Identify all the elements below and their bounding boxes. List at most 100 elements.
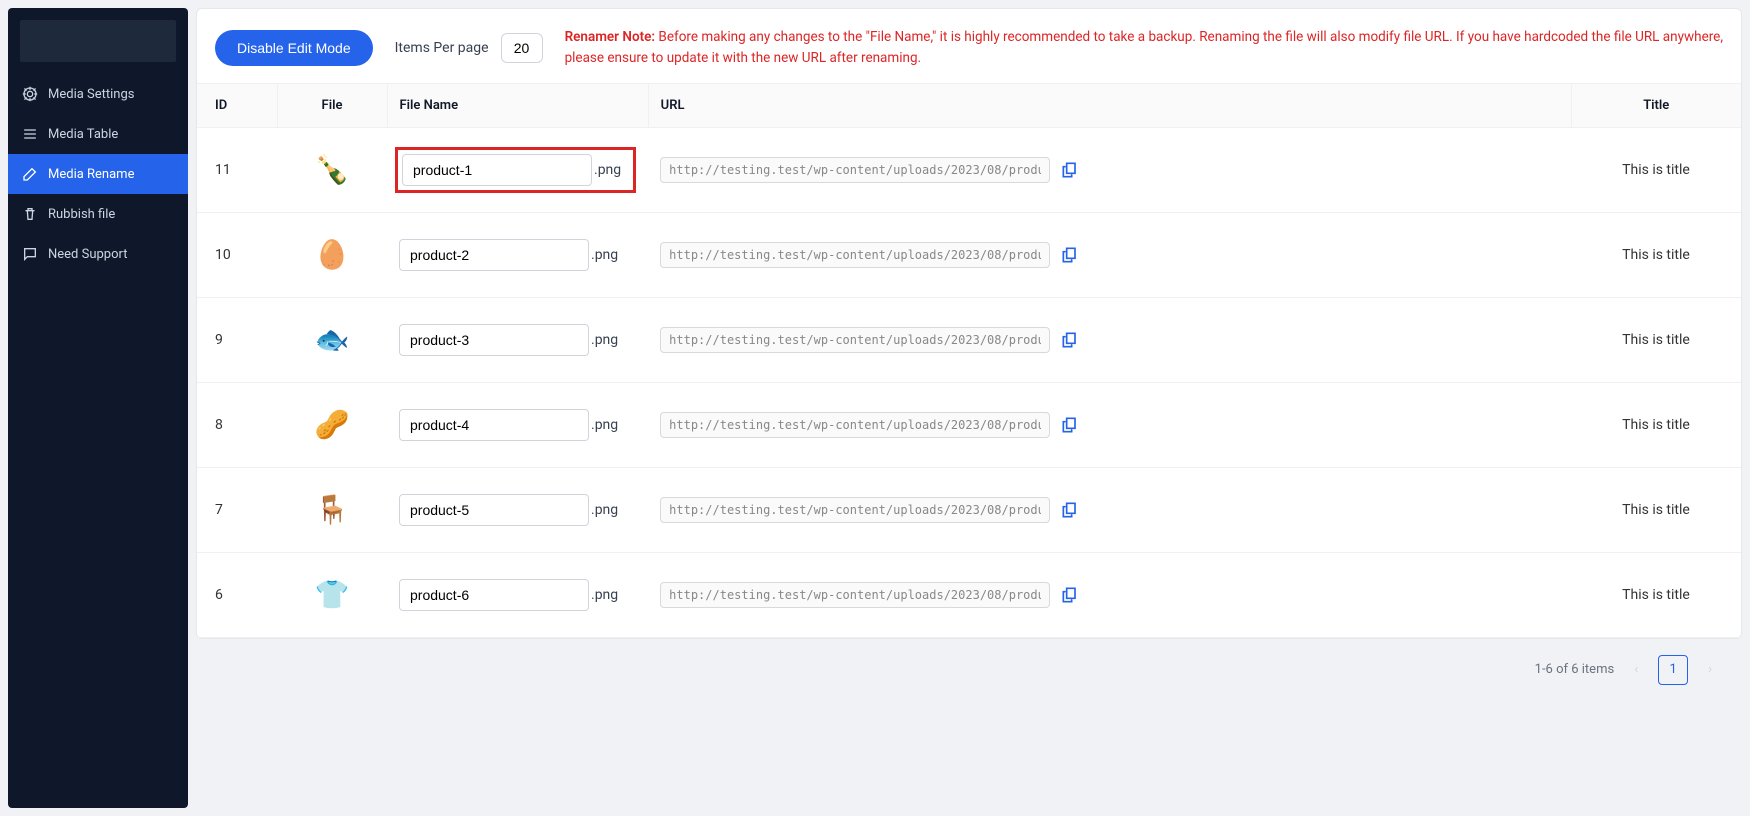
url-input[interactable] xyxy=(660,242,1050,268)
file-ext: .png xyxy=(591,417,618,433)
table-row: 8 🥜 .png This is title xyxy=(197,382,1741,467)
renamer-note: Renamer Note: Before making any changes … xyxy=(565,27,1723,69)
url-input[interactable] xyxy=(660,497,1050,523)
col-url: URL xyxy=(648,83,1571,127)
copy-url-button[interactable] xyxy=(1060,160,1080,180)
list-icon xyxy=(22,126,38,142)
items-per-page-input[interactable] xyxy=(501,33,543,63)
cell-url xyxy=(648,297,1571,382)
items-per-page: Items Per page xyxy=(395,33,543,63)
file-ext: .png xyxy=(594,162,621,178)
file-thumb: 🥜 xyxy=(308,401,356,449)
content-card: Disable Edit Mode Items Per page Renamer… xyxy=(196,8,1742,639)
cell-title: This is title xyxy=(1571,297,1741,382)
cell-file: 🐟 xyxy=(277,297,387,382)
filename-input[interactable] xyxy=(402,154,592,186)
file-thumb: 👕 xyxy=(308,571,356,619)
cell-id: 7 xyxy=(197,467,277,552)
cell-id: 9 xyxy=(197,297,277,382)
filename-input[interactable] xyxy=(399,579,589,611)
cell-file: 🥜 xyxy=(277,382,387,467)
sidebar-item-label: Need Support xyxy=(48,247,128,262)
sidebar-item-label: Media Rename xyxy=(48,167,134,182)
filename-input[interactable] xyxy=(399,409,589,441)
pagination-summary: 1-6 of 6 items xyxy=(1535,662,1615,677)
cell-id: 11 xyxy=(197,127,277,212)
copy-url-button[interactable] xyxy=(1060,500,1080,520)
sidebar-item-rubbish-file[interactable]: Rubbish file xyxy=(8,194,188,234)
cell-id: 6 xyxy=(197,552,277,637)
renamer-note-text: Before making any changes to the "File N… xyxy=(565,29,1723,66)
col-title: Title xyxy=(1571,83,1741,127)
table-row: 9 🐟 .png This is title xyxy=(197,297,1741,382)
cell-file: 🍾 xyxy=(277,127,387,212)
sidebar-item-label: Media Settings xyxy=(48,87,135,102)
cell-filename: .png xyxy=(387,127,648,212)
sidebar-item-need-support[interactable]: Need Support xyxy=(8,234,188,274)
cell-filename: .png xyxy=(387,552,648,637)
chat-icon xyxy=(22,246,38,262)
file-ext: .png xyxy=(591,587,618,603)
cell-title: This is title xyxy=(1571,212,1741,297)
url-input[interactable] xyxy=(660,327,1050,353)
col-filename: File Name xyxy=(387,83,648,127)
table-row: 6 👕 .png This is title xyxy=(197,552,1741,637)
file-thumb: 🪑 xyxy=(308,486,356,534)
cell-file: 🥚 xyxy=(277,212,387,297)
cell-url xyxy=(648,212,1571,297)
cell-url xyxy=(648,382,1571,467)
sidebar-item-media-table[interactable]: Media Table xyxy=(8,114,188,154)
cell-title: This is title xyxy=(1571,552,1741,637)
cell-filename: .png xyxy=(387,382,648,467)
media-table: ID File File Name URL Title 11 🍾 .png Th… xyxy=(197,83,1741,638)
sidebar-item-label: Media Table xyxy=(48,127,118,142)
sidebar: Media Settings Media Table Media Rename Rub… xyxy=(8,8,188,808)
url-input[interactable] xyxy=(660,157,1050,183)
sidebar-item-media-rename[interactable]: Media Rename xyxy=(8,154,188,194)
filename-highlight: .png xyxy=(395,147,636,193)
col-file: File xyxy=(277,83,387,127)
file-ext: .png xyxy=(591,502,618,518)
filename-input[interactable] xyxy=(399,324,589,356)
table-row: 7 🪑 .png This is title xyxy=(197,467,1741,552)
file-thumb: 🐟 xyxy=(308,316,356,364)
cell-id: 10 xyxy=(197,212,277,297)
cell-filename: .png xyxy=(387,297,648,382)
cell-filename: .png xyxy=(387,467,648,552)
cell-file: 👕 xyxy=(277,552,387,637)
cell-url xyxy=(648,467,1571,552)
file-ext: .png xyxy=(591,247,618,263)
table-row: 10 🥚 .png This is title xyxy=(197,212,1741,297)
renamer-note-prefix: Renamer Note: xyxy=(565,29,656,45)
file-ext: .png xyxy=(591,332,618,348)
filename-input[interactable] xyxy=(399,239,589,271)
cell-title: This is title xyxy=(1571,127,1741,212)
pencil-icon xyxy=(22,166,38,182)
cell-filename: .png xyxy=(387,212,648,297)
col-id: ID xyxy=(197,83,277,127)
sidebar-logo xyxy=(20,20,176,62)
url-input[interactable] xyxy=(660,582,1050,608)
cell-title: This is title xyxy=(1571,467,1741,552)
toolbar: Disable Edit Mode Items Per page Renamer… xyxy=(197,9,1741,69)
file-thumb: 🥚 xyxy=(308,231,356,279)
file-thumb: 🍾 xyxy=(308,146,356,194)
table-row: 11 🍾 .png This is title xyxy=(197,127,1741,212)
pagination-prev[interactable]: ‹ xyxy=(1628,660,1644,679)
pagination-next[interactable]: › xyxy=(1702,660,1718,679)
trash-icon xyxy=(22,206,38,222)
copy-url-button[interactable] xyxy=(1060,330,1080,350)
gear-icon xyxy=(22,86,38,102)
cell-title: This is title xyxy=(1571,382,1741,467)
copy-url-button[interactable] xyxy=(1060,585,1080,605)
copy-url-button[interactable] xyxy=(1060,245,1080,265)
cell-id: 8 xyxy=(197,382,277,467)
sidebar-item-label: Rubbish file xyxy=(48,207,115,222)
main-content: Disable Edit Mode Items Per page Renamer… xyxy=(196,8,1742,808)
url-input[interactable] xyxy=(660,412,1050,438)
copy-url-button[interactable] xyxy=(1060,415,1080,435)
filename-input[interactable] xyxy=(399,494,589,526)
disable-edit-button[interactable]: Disable Edit Mode xyxy=(215,30,373,66)
sidebar-item-media-settings[interactable]: Media Settings xyxy=(8,74,188,114)
pagination-page-1[interactable]: 1 xyxy=(1658,655,1688,685)
